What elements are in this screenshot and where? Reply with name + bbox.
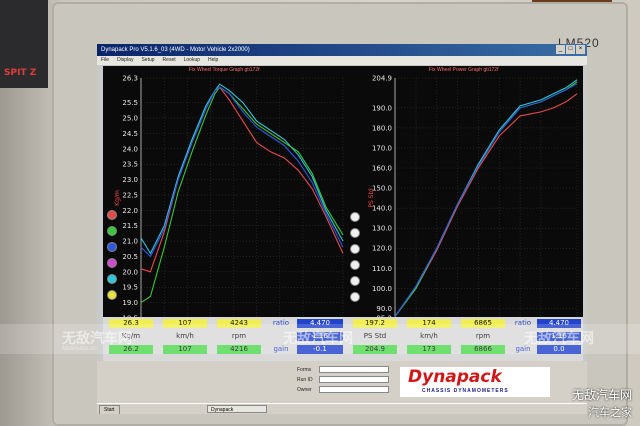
torque-color-selector-0[interactable]: [107, 210, 117, 220]
torque-y-tick-label: 24.5: [122, 130, 138, 138]
corner-watermark-line1: 无敌汽车网: [571, 388, 632, 402]
power-y-tick-label: 90.0: [376, 305, 392, 313]
torque-series-line-1: [140, 83, 344, 255]
minimize-button[interactable]: _: [556, 45, 565, 54]
torque-color-selector-5[interactable]: [107, 290, 117, 300]
power-y-tick-label: 160.0: [372, 165, 392, 173]
torque-y-tick-label: 20.0: [122, 268, 138, 276]
menu-file[interactable]: File: [101, 56, 109, 65]
power-color-selector-5[interactable]: [350, 292, 360, 302]
taskbar-dynapack-item[interactable]: Dynapack: [207, 405, 267, 413]
power-series-line-2: [394, 81, 578, 317]
start-button[interactable]: Start: [99, 405, 120, 414]
torque-graph: Fix Wheel Torque Graph gti172f 26.3 25.5 2…: [103, 66, 351, 331]
power-color-selector-0[interactable]: [350, 212, 360, 222]
power-color-selector-2[interactable]: [350, 244, 360, 254]
run-id-label: Run ID: [297, 377, 313, 383]
window-title: Dynapack Pro V5.1.6_03 (4WD - Motor Vehi…: [101, 47, 250, 53]
power-series-line-1: [394, 79, 578, 317]
torque-y-tick-label: 22.0: [122, 207, 138, 215]
forms-label: Forms: [297, 367, 312, 373]
wall-poster: SPIT Z: [0, 0, 48, 88]
power-y-tick-label: 204.9: [372, 75, 392, 83]
power-y-tick-label: 180.0: [372, 124, 392, 132]
torque-y-tick-label: 25.5: [122, 99, 138, 107]
dynapack-window: Dynapack Pro V5.1.6_03 (4WD - Motor Vehi…: [97, 44, 587, 414]
torque-y-tick-label: 19.5: [122, 284, 138, 292]
torque-y-tick-label: 21.0: [122, 238, 138, 246]
torque-y-tick-label: 22.5: [122, 191, 138, 199]
watermark-text-right: 无敌汽车网: [524, 331, 594, 347]
title-bar: Dynapack Pro V5.1.6_03 (4WD - Motor Vehi…: [97, 44, 587, 56]
menu-help[interactable]: Help: [208, 56, 218, 65]
torque-series-line-3: [140, 86, 344, 258]
close-button[interactable]: ×: [576, 45, 585, 54]
torque-y-tick-label: 21.5: [122, 222, 138, 230]
torque-y-tick-label: 20.5: [122, 253, 138, 261]
power-color-selector-1[interactable]: [350, 228, 360, 238]
watermark-url-left: MotiAutos.cn: [62, 346, 97, 352]
power-series-line-0: [394, 93, 578, 317]
torque-y-tick-label: 19.0: [122, 299, 138, 307]
forms-field[interactable]: [319, 366, 389, 373]
power-chart-svg: 204.9190.0180.0170.0160.0150.0140.0130.0…: [368, 75, 583, 331]
menu-lookup[interactable]: Lookup: [184, 56, 200, 65]
window-controls: _ □ ×: [556, 45, 585, 54]
torque-color-selector-1[interactable]: [107, 226, 117, 236]
torque-chart-svg: 26.3 25.5 25.0 24.5 24.0 23.5 23.0 22.5 22.0 21.5…: [114, 75, 351, 331]
power-y-tick-label: 190.0: [372, 104, 392, 112]
power-y-axis-title: PS Std: [368, 188, 375, 207]
menu-reset[interactable]: Reset: [163, 56, 176, 65]
power-color-selector-3[interactable]: [350, 260, 360, 270]
torque-grid: [140, 77, 344, 319]
power-y-tick-label: 100.0: [372, 285, 392, 293]
poster-text: SPIT Z: [4, 68, 37, 78]
power-color-selector-4[interactable]: [350, 276, 360, 286]
menu-display[interactable]: Display: [117, 56, 133, 65]
power-y-tick-label: 110.0: [372, 265, 392, 273]
corner-watermark-line2: 汽车之家: [588, 406, 632, 419]
torque-y-tick-label: 23.5: [122, 161, 138, 169]
torque-color-selector-3[interactable]: [107, 258, 117, 268]
torque-color-selector-4[interactable]: [107, 274, 117, 284]
torque-y-axis-title: Kg/m: [114, 190, 121, 206]
torque-y-tick-label: 26.3: [122, 75, 138, 83]
logo-subtitle: CHASSIS DYNAMOMETERS: [422, 388, 509, 394]
power-series-line-3: [394, 83, 578, 317]
menu-bar: File Display Setup Reset Lookup Help: [97, 56, 587, 65]
torque-y-tick-label: 23.0: [122, 176, 138, 184]
dynapack-logo: Dynapack CHASSIS DYNAMOMETERS: [400, 367, 550, 397]
taskbar: Start Dynapack: [97, 403, 587, 414]
power-y-tick-label: 170.0: [372, 144, 392, 152]
torque-y-tick-label: 25.0: [122, 115, 138, 123]
run-id-field[interactable]: [319, 376, 389, 383]
watermark-band: 无敌汽车网 MotiAutos.cn 无敌汽车网 无敌汽车网: [0, 324, 640, 354]
power-y-tick-label: 120.0: [372, 245, 392, 253]
info-panel: Forms Run ID Owner Dynapack CHASSIS DYNA…: [97, 361, 587, 403]
owner-field[interactable]: [319, 386, 389, 393]
menu-setup[interactable]: Setup: [141, 56, 154, 65]
torque-y-tick-label: 24.0: [122, 145, 138, 153]
power-graph: Fix Wheel Power Graph gti172f 204.9 190.0…: [351, 66, 583, 331]
owner-label: Owner: [297, 387, 312, 393]
power-grid: [394, 77, 578, 319]
watermark-text-left: 无敌汽车网: [62, 331, 132, 347]
watermark-text-mid: 无敌汽车网: [283, 331, 353, 347]
logo-brand: Dynapack: [408, 367, 502, 387]
power-y-tick-label: 130.0: [372, 225, 392, 233]
maximize-button[interactable]: □: [566, 45, 575, 54]
torque-color-selector-2[interactable]: [107, 242, 117, 252]
